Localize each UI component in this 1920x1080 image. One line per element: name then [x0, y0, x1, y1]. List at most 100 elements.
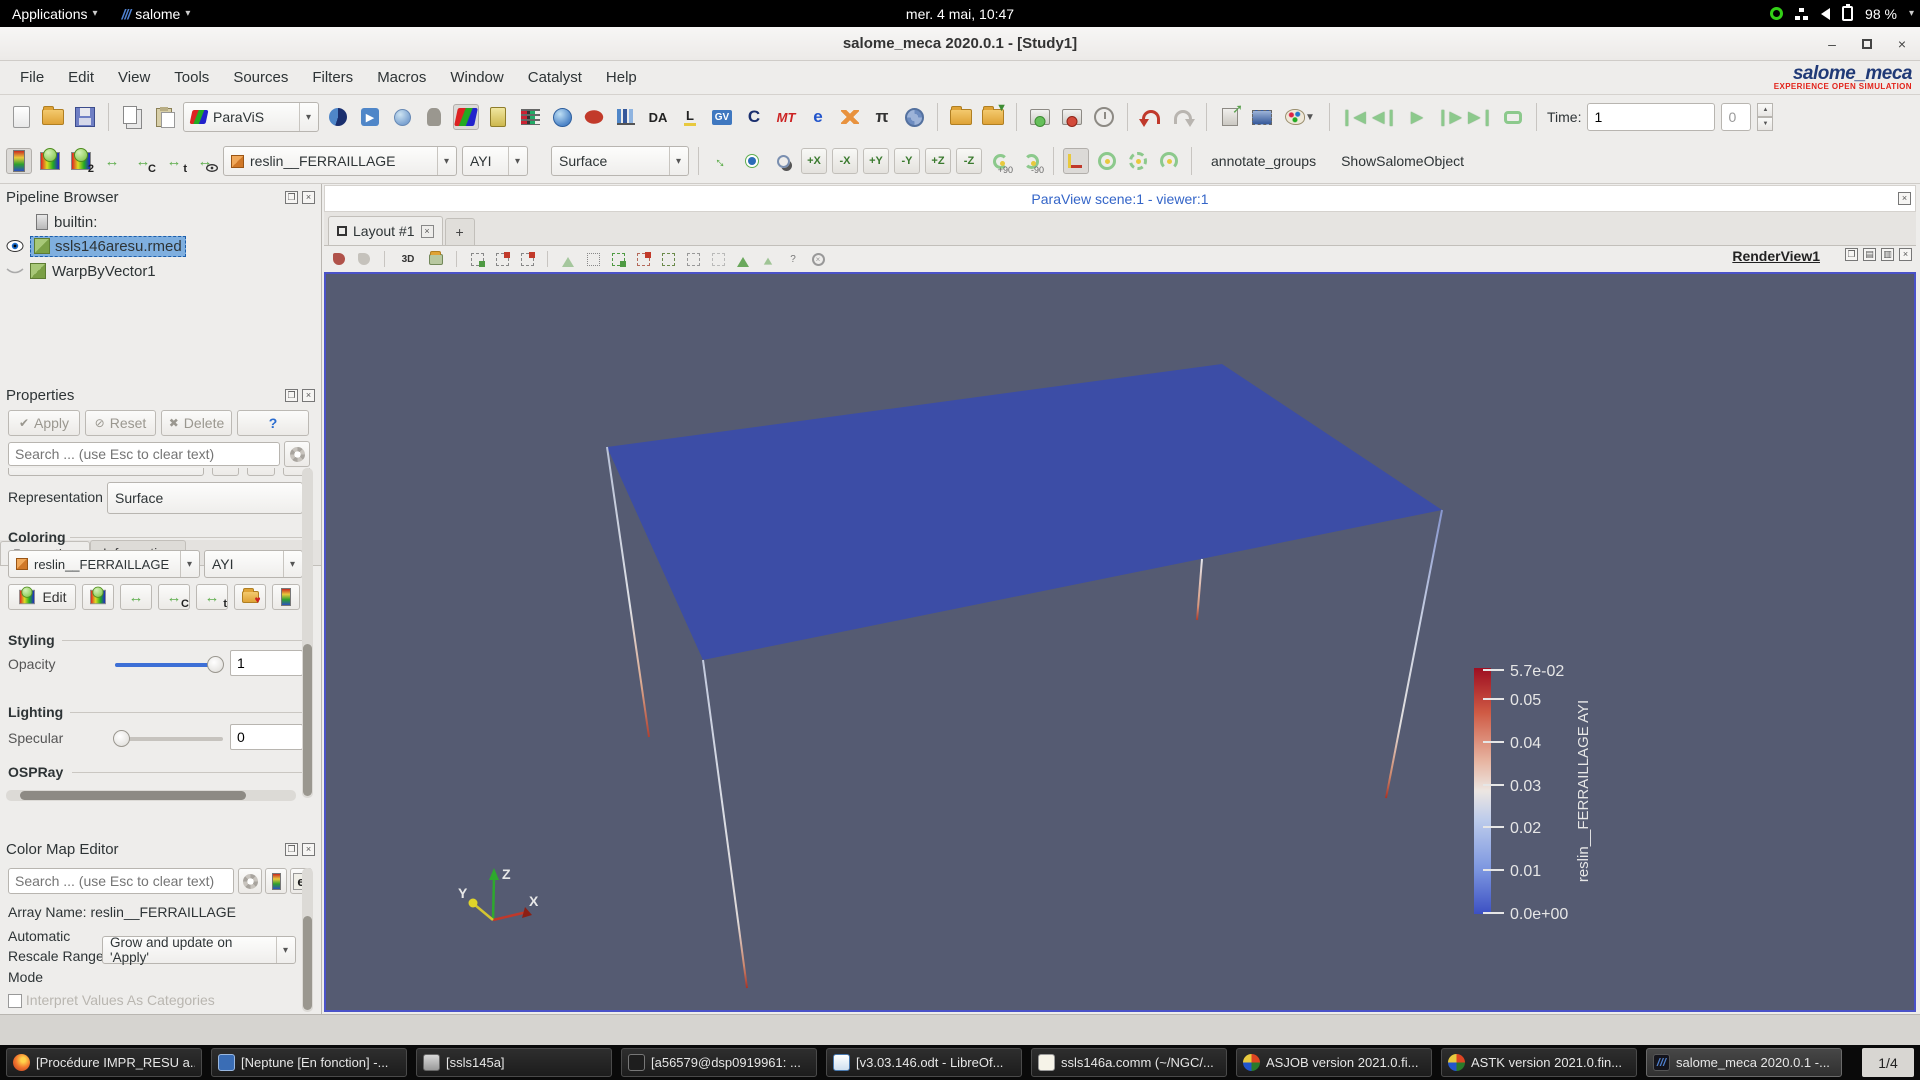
split-vertical-button[interactable]: ▥ — [1881, 248, 1894, 261]
properties-vscrollbar[interactable] — [302, 468, 313, 798]
new-document-button[interactable] — [8, 104, 34, 130]
chevron-down-icon[interactable]: ▾ — [1909, 8, 1914, 19]
delete-button[interactable]: ✖ Delete — [161, 410, 232, 436]
reset-center-button[interactable] — [1156, 148, 1182, 174]
zoom-extents-button[interactable]: ↔ — [708, 148, 734, 174]
zoom-to-data-button[interactable] — [739, 148, 765, 174]
cme-vscrollbar[interactable] — [302, 868, 313, 1012]
cut-button-2[interactable] — [247, 468, 275, 476]
salome-app-menu[interactable]: /// salome ▾ — [110, 0, 203, 27]
clock[interactable]: mer. 4 mai, 10:47 — [906, 6, 1014, 22]
cme-search-options-button[interactable] — [238, 868, 262, 894]
module-search-button[interactable] — [389, 104, 415, 130]
grow-selection-button[interactable] — [734, 250, 752, 268]
connect-server-button[interactable] — [1027, 104, 1053, 130]
hover-cells-button[interactable] — [684, 250, 702, 268]
select-cells-rect-button[interactable] — [468, 250, 486, 268]
coloring-array-selector[interactable]: reslin__FERRAILLAGE ▾ — [223, 146, 457, 176]
taskbar-item-libreoffice[interactable]: [v3.03.146.odt - LibreOf... — [826, 1048, 1022, 1077]
rescale-temporal-button2[interactable]: ↔ t — [196, 584, 228, 610]
menu-macros[interactable]: Macros — [367, 65, 436, 90]
interactive-select-cells-button[interactable] — [634, 250, 652, 268]
hscroll-thumb[interactable] — [20, 791, 246, 800]
float-panel-button[interactable]: ❐ — [285, 388, 298, 402]
module-code-button[interactable]: C — [741, 104, 767, 130]
coloring-component-combo[interactable]: AYI ▾ — [204, 550, 303, 578]
show-data-button[interactable] — [330, 250, 348, 268]
workspace-pager[interactable]: 1/4 — [1862, 1048, 1914, 1077]
view-minus-x-button[interactable]: -X — [832, 148, 858, 174]
taskbar-item-neptune[interactable]: [Neptune [En fonction] -... — [211, 1048, 407, 1077]
legend-gradient-bar[interactable] — [1474, 668, 1491, 914]
module-jobmanager-button[interactable] — [549, 104, 575, 130]
visibility-off-icon[interactable] — [6, 265, 24, 277]
help-button[interactable]: ? — [237, 410, 309, 436]
taskbar-item-astk[interactable]: ASTK version 2021.0.fin... — [1441, 1048, 1637, 1077]
view-plus-x-button[interactable]: +X — [801, 148, 827, 174]
first-frame-button[interactable]: ❙ ◀ — [1340, 104, 1366, 130]
query-selection-button[interactable]: ? — [784, 250, 802, 268]
rescale-custom-button2[interactable]: ↔ C — [158, 584, 190, 610]
menu-sources[interactable]: Sources — [223, 65, 298, 90]
spin-down-icon[interactable]: ▼ — [1757, 117, 1774, 131]
taskbar-item-salome-meca[interactable]: /// salome_meca 2020.0.1 -... — [1646, 1048, 1842, 1077]
new-layout-tab[interactable]: + — [444, 218, 475, 245]
capture-screenshot-button[interactable] — [1249, 104, 1275, 130]
taskbar-item-ssls145a[interactable]: [ssls145a] — [416, 1048, 612, 1077]
menu-window[interactable]: Window — [440, 65, 513, 90]
taskbar-item-firefox[interactable]: [Procédure IMPR_RESU a... — [6, 1048, 202, 1077]
visibility-on-icon[interactable] — [6, 240, 24, 252]
show-orientation-axes-button[interactable] — [1063, 148, 1089, 174]
rotate-90-ccw-button[interactable]: -90 — [1018, 148, 1044, 175]
maximize-button[interactable] — [1862, 38, 1872, 49]
properties-search-input[interactable] — [8, 442, 280, 466]
preferences-button[interactable] — [901, 104, 927, 130]
module-post-button[interactable] — [421, 104, 447, 130]
choose-preset-button[interactable]: ♥ — [234, 584, 266, 610]
view-plus-z-button[interactable]: +Z — [925, 148, 951, 174]
menu-edit[interactable]: Edit — [58, 65, 104, 90]
opacity-slider[interactable] — [115, 656, 224, 673]
reset-session-button[interactable] — [1091, 104, 1117, 130]
zoom-to-box-button[interactable] — [770, 148, 796, 174]
loop-button[interactable] — [1500, 104, 1526, 130]
apply-button[interactable]: ✔ Apply — [8, 410, 80, 436]
open-button[interactable] — [40, 104, 66, 130]
selected-pipeline-row[interactable]: ssls146aresu.rmed — [30, 235, 186, 257]
select-points-rect-button[interactable] — [493, 250, 511, 268]
edit-colormap-button[interactable] — [37, 148, 63, 174]
copy-button[interactable] — [119, 104, 145, 130]
show-center-button[interactable] — [1094, 148, 1120, 174]
split-horizontal-button[interactable]: ▤ — [1863, 248, 1876, 261]
close-view-button[interactable]: × — [1899, 248, 1912, 261]
volume-muted-icon[interactable] — [1821, 7, 1831, 20]
specular-slider[interactable] — [113, 730, 223, 747]
capture-view-button[interactable] — [427, 250, 445, 268]
use-separate-colormap-button[interactable] — [82, 584, 114, 610]
specular-slider-knob[interactable] — [113, 730, 130, 747]
representation-combo[interactable]: Surface — [107, 482, 303, 514]
cut-combo[interactable] — [8, 468, 204, 476]
rotate-90-cw-button[interactable]: +90 — [987, 148, 1013, 175]
import-file-button[interactable]: ▼ — [980, 102, 1007, 130]
cme-search-input[interactable] — [8, 868, 234, 894]
color-palette-button[interactable]: ▼ — [1281, 104, 1319, 130]
next-frame-button[interactable]: ❙ ▶ — [1436, 104, 1462, 130]
disconnect-server-button[interactable] — [1059, 104, 1085, 130]
maximize-view-button[interactable]: ❐ — [1845, 248, 1858, 261]
module-shaper-button[interactable]: ▶ — [357, 104, 383, 130]
layout-tab[interactable]: Layout #1 × — [328, 216, 443, 245]
specular-input[interactable] — [230, 724, 303, 750]
select-block-button[interactable] — [609, 250, 627, 268]
component-selector[interactable]: AYI ▾ — [462, 146, 528, 176]
vscroll-thumb[interactable] — [303, 644, 312, 796]
paste-button[interactable] — [151, 104, 177, 130]
select-frustum-button[interactable] — [518, 250, 536, 268]
float-panel-button[interactable]: ❐ — [285, 190, 298, 204]
clear-selection-button[interactable]: × — [809, 250, 827, 268]
undo-button[interactable] — [1138, 104, 1164, 130]
module-gv-button[interactable]: GV — [709, 104, 735, 130]
menu-catalyst[interactable]: Catalyst — [518, 65, 592, 90]
network-icon[interactable] — [1795, 7, 1809, 20]
view-minus-z-button[interactable]: -Z — [956, 148, 982, 174]
